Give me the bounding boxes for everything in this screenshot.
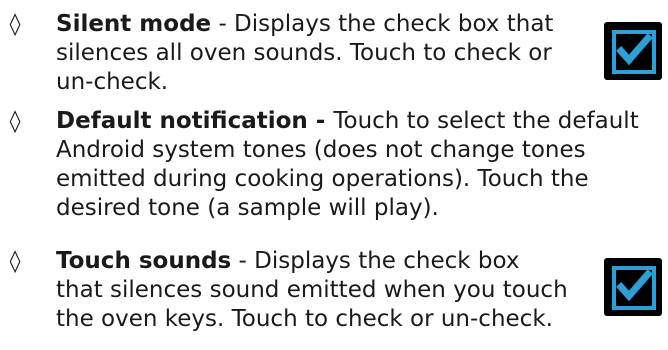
touch-sounds-description: Touch sounds - Displays the check box th…: [56, 247, 568, 334]
diamond-bullet-icon: ◊: [9, 109, 21, 134]
default-notification-title: Default notification -: [56, 108, 334, 134]
silent-mode-line-3: un-check.: [56, 69, 169, 95]
default-notification-description: Default notification - Touch to select t…: [56, 107, 639, 223]
checked-checkbox-icon: [604, 258, 662, 316]
touch-sounds-title: Touch sounds: [56, 248, 232, 274]
default-notification-line-4: desired tone (a sample will play).: [56, 195, 439, 221]
touch-sounds-line-2: that silences sound emitted when you tou…: [56, 277, 568, 303]
silent-mode-title: Silent mode: [56, 11, 212, 37]
silent-mode-description: Silent mode - Displays the check box tha…: [56, 10, 553, 97]
default-notification-line-2: Android system tones (does not change to…: [56, 137, 586, 163]
touch-sounds-line-3: the oven keys. Touch to check or un-chec…: [56, 306, 553, 332]
default-notification-line-3: emitted during cooking operations). Touc…: [56, 166, 589, 192]
checked-checkbox-icon: [604, 22, 662, 80]
diamond-bullet-icon: ◊: [9, 249, 21, 274]
silent-mode-line-1: - Displays the check box that: [211, 11, 554, 37]
default-notification-line-1: Touch to select the default: [333, 108, 639, 134]
diamond-bullet-icon: ◊: [9, 12, 21, 37]
touch-sounds-line-1: - Displays the check box: [231, 248, 520, 274]
silent-mode-line-2: silences all oven sounds. Touch to check…: [56, 40, 552, 66]
